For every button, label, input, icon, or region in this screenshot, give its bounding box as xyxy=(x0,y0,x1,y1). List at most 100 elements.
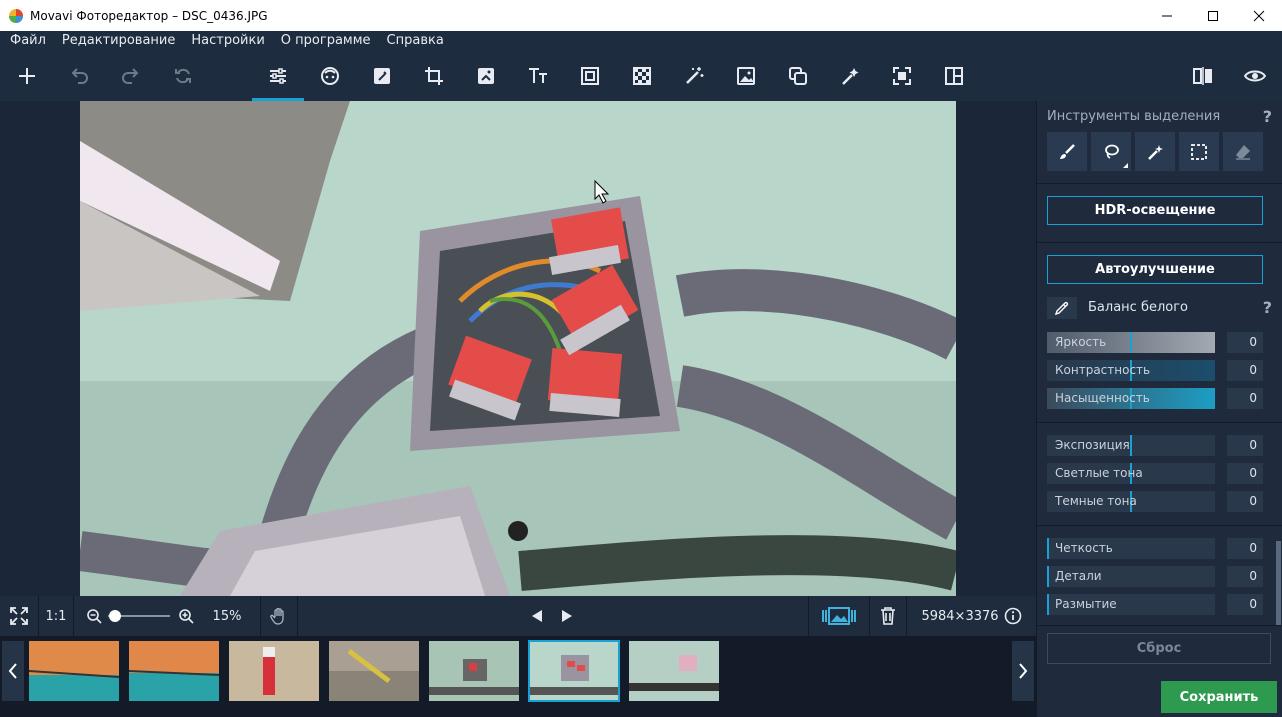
tool-magic-enhance[interactable] xyxy=(356,51,408,101)
previous-image-button[interactable] xyxy=(526,596,548,636)
plus-icon xyxy=(19,68,35,84)
undo-button[interactable] xyxy=(53,51,105,101)
title-bar: Movavi Фоторедактор – DSC_0436.JPG xyxy=(0,0,1282,31)
panel-scrollbar[interactable] xyxy=(1274,101,1282,626)
exposure-value[interactable]: 0 xyxy=(1227,435,1263,456)
filmstrip xyxy=(0,636,1036,717)
tool-replace-background[interactable] xyxy=(720,51,772,101)
pan-hand-button[interactable] xyxy=(261,596,297,636)
blur-slider[interactable]: Размытие xyxy=(1047,594,1215,615)
actual-size-button[interactable]: 1:1 xyxy=(39,596,73,636)
maximize-button[interactable] xyxy=(1190,0,1236,31)
white-balance-help-icon[interactable]: ? xyxy=(1263,298,1272,317)
fit-to-screen-button[interactable] xyxy=(0,596,38,636)
brush-selection-button[interactable] xyxy=(1047,132,1087,171)
tool-clone-stamp[interactable] xyxy=(772,51,824,101)
filmstrip-thumbnail[interactable] xyxy=(229,641,319,701)
add-file-button[interactable] xyxy=(1,51,53,101)
filmstrip-prev-button[interactable] xyxy=(2,641,24,701)
details-slider[interactable]: Детали xyxy=(1047,566,1215,587)
rectangle-selection-button[interactable] xyxy=(1179,132,1219,171)
exposure-slider[interactable]: Экспозиция xyxy=(1047,435,1215,456)
close-button[interactable] xyxy=(1236,0,1282,31)
tool-resize[interactable] xyxy=(876,51,928,101)
tool-filters[interactable] xyxy=(460,51,512,101)
delete-image-button[interactable] xyxy=(870,596,906,636)
compare-button[interactable] xyxy=(1177,51,1229,101)
clarity-slider[interactable]: Четкость xyxy=(1047,538,1215,559)
photo-preview[interactable] xyxy=(80,101,956,596)
contrast-slider[interactable]: Контрастность xyxy=(1047,360,1215,381)
saturation-value[interactable]: 0 xyxy=(1227,388,1263,409)
menu-about[interactable]: О программе xyxy=(273,31,379,51)
filmstrip-thumbnail-selected[interactable] xyxy=(528,640,620,702)
zoom-out-icon xyxy=(87,609,102,624)
zoom-slider-handle[interactable] xyxy=(109,610,121,622)
filmstrip-thumbnail[interactable] xyxy=(429,641,519,701)
tool-selection-magic[interactable] xyxy=(824,51,876,101)
hand-icon xyxy=(270,607,284,625)
lasso-selection-button[interactable] xyxy=(1091,132,1131,171)
save-button[interactable]: Сохранить xyxy=(1161,681,1277,713)
shadows-value[interactable]: 0 xyxy=(1227,491,1263,512)
filmstrip-next-button[interactable] xyxy=(1012,641,1034,701)
replace-background-icon xyxy=(737,67,755,85)
filmstrip-thumbnail[interactable] xyxy=(129,641,219,701)
white-balance-picker-button[interactable] xyxy=(1047,297,1077,319)
selection-magic-icon xyxy=(842,68,859,85)
zoom-in-button[interactable] xyxy=(176,596,196,636)
tool-object-removal[interactable] xyxy=(668,51,720,101)
tool-retouch[interactable] xyxy=(304,51,356,101)
saturation-slider[interactable]: Насыщенность xyxy=(1047,388,1215,409)
menu-file[interactable]: Файл xyxy=(2,31,54,51)
magic-enhance-icon xyxy=(374,68,390,84)
filmstrip-toggle-button[interactable] xyxy=(809,596,869,636)
image-info-button[interactable] xyxy=(1002,596,1024,636)
auto-enhance-button[interactable]: Автоулучшение xyxy=(1047,255,1263,284)
tool-layout[interactable] xyxy=(928,51,980,101)
hdr-lighting-button[interactable]: HDR-освещение xyxy=(1047,196,1263,225)
preview-button[interactable] xyxy=(1229,51,1281,101)
compare-icon xyxy=(1193,67,1212,85)
brightness-slider[interactable]: Яркость xyxy=(1047,332,1215,353)
reset-all-button[interactable] xyxy=(157,51,209,101)
image-canvas[interactable] xyxy=(0,101,1036,596)
adjustments-panel: Инструменты выделения ? HDR-освещение Ав… xyxy=(1036,101,1282,717)
magic-wand-selection-button[interactable] xyxy=(1135,132,1175,171)
exposure-label: Экспозиция xyxy=(1055,438,1130,452)
brightness-label: Яркость xyxy=(1055,335,1107,349)
details-value[interactable]: 0 xyxy=(1227,566,1263,587)
tool-crop[interactable] xyxy=(408,51,460,101)
white-balance-label: Баланс белого xyxy=(1088,300,1189,315)
retouch-face-icon xyxy=(321,67,339,85)
clarity-value[interactable]: 0 xyxy=(1227,538,1263,559)
blur-value[interactable]: 0 xyxy=(1227,594,1263,615)
brightness-value[interactable]: 0 xyxy=(1227,332,1263,353)
highlights-value[interactable]: 0 xyxy=(1227,463,1263,484)
tool-frames[interactable] xyxy=(564,51,616,101)
next-image-button[interactable] xyxy=(556,596,578,636)
zoom-slider[interactable] xyxy=(108,610,170,622)
shadows-slider[interactable]: Темные тона xyxy=(1047,491,1215,512)
clone-stamp-icon xyxy=(789,67,807,85)
filmstrip-thumbnail[interactable] xyxy=(329,641,419,701)
tool-text[interactable] xyxy=(512,51,564,101)
main-toolbar xyxy=(0,51,1282,101)
tool-background-remove[interactable] xyxy=(616,51,668,101)
filmstrip-thumbnail[interactable] xyxy=(629,641,719,701)
minimize-button[interactable] xyxy=(1144,0,1190,31)
reset-button[interactable]: Сброс xyxy=(1047,633,1271,664)
highlights-slider[interactable]: Светлые тона xyxy=(1047,463,1215,484)
eraser-selection-button[interactable] xyxy=(1223,132,1263,171)
eraser-icon xyxy=(1236,144,1250,160)
contrast-value[interactable]: 0 xyxy=(1227,360,1263,381)
layout-icon xyxy=(945,67,963,85)
help-icon[interactable]: ? xyxy=(1263,107,1272,126)
zoom-out-button[interactable] xyxy=(84,596,104,636)
filmstrip-thumbnail[interactable] xyxy=(29,641,119,701)
tool-adjust[interactable] xyxy=(252,51,304,101)
menu-help[interactable]: Справка xyxy=(379,31,452,51)
menu-edit[interactable]: Редактирование xyxy=(54,31,183,51)
menu-settings[interactable]: Настройки xyxy=(183,31,272,51)
redo-button[interactable] xyxy=(105,51,157,101)
